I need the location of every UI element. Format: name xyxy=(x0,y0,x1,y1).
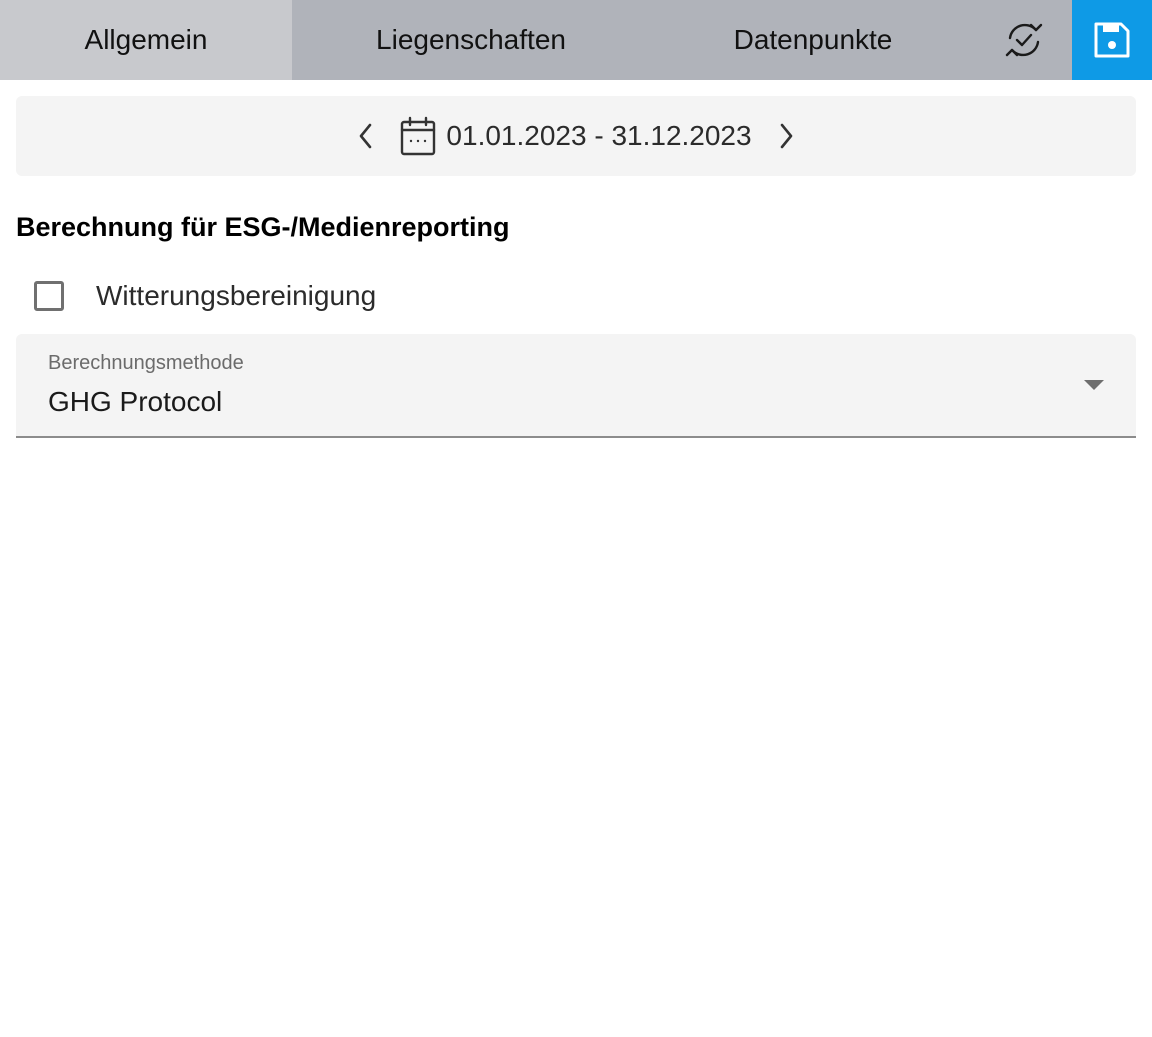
chevron-right-icon xyxy=(780,123,792,149)
tab-label: Datenpunkte xyxy=(733,24,893,55)
save-button[interactable] xyxy=(1072,0,1152,80)
weather-adjustment-checkbox[interactable] xyxy=(34,281,64,311)
tab-liegenschaften[interactable]: Liegenschaften xyxy=(292,0,650,80)
date-range-picker[interactable]: 01.01.2023 - 31.12.2023 xyxy=(400,116,752,156)
tab-bar: Allgemein Liegenschaften Datenpunkte xyxy=(0,0,1152,80)
weather-adjustment-label: Witterungsbereinigung xyxy=(96,280,377,311)
chevron-left-icon xyxy=(360,123,372,149)
tab-label: Liegenschaften xyxy=(376,24,566,55)
calculation-method-select[interactable]: Berechnungsmethode GHG Protocol xyxy=(16,334,1136,438)
floppy-disk-icon xyxy=(1094,22,1130,58)
caret-down-icon xyxy=(1084,380,1104,390)
sync-check-icon xyxy=(1005,23,1043,57)
section-title: Berechnung für ESG-/Medienreporting xyxy=(16,212,510,242)
next-period-button[interactable] xyxy=(766,116,806,156)
calendar-icon xyxy=(401,116,436,156)
weather-adjustment-checkbox-row[interactable]: Witterungsbereinigung xyxy=(34,280,376,312)
calculation-method-value: GHG Protocol xyxy=(48,386,223,417)
date-range-text: 01.01.2023 - 31.12.2023 xyxy=(446,120,752,151)
calculation-method-label: Berechnungsmethode xyxy=(48,352,244,374)
date-range-bar: 01.01.2023 - 31.12.2023 xyxy=(16,96,1136,176)
tab-allgemein[interactable]: Allgemein xyxy=(0,0,292,80)
tab-datenpunkte[interactable]: Datenpunkte xyxy=(650,0,976,80)
tab-label: Allgemein xyxy=(84,24,208,55)
previous-period-button[interactable] xyxy=(346,116,386,156)
sync-button[interactable] xyxy=(976,0,1072,80)
